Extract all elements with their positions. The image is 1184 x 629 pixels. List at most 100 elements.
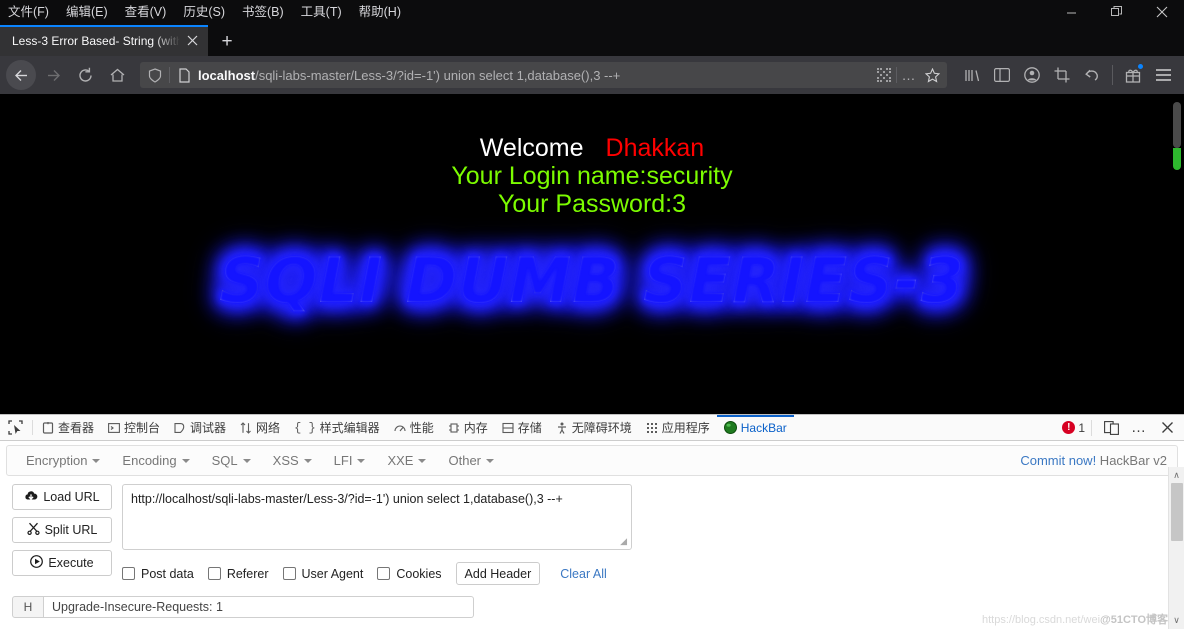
menu-history[interactable]: 历史(S) [181, 3, 227, 22]
gift-icon[interactable] [1118, 60, 1148, 90]
checkbox-post-data[interactable]: Post data [122, 567, 194, 581]
login-name-line: Your Login name:security [451, 162, 733, 190]
page-actions-icon[interactable]: … [898, 64, 920, 86]
forward-button[interactable] [38, 60, 68, 90]
close-button[interactable] [1139, 0, 1184, 24]
devtools-tab-storage[interactable]: 存储 [495, 415, 549, 440]
devtools-tab-label: 存储 [517, 421, 542, 435]
devtools-tab-performance[interactable]: 性能 [387, 415, 441, 440]
commit-now-link[interactable]: Commit now! [1020, 453, 1096, 468]
tab-close-icon[interactable] [182, 31, 202, 51]
checkbox-box[interactable] [122, 567, 135, 580]
screenshot-crop-icon[interactable] [1047, 60, 1077, 90]
reload-button[interactable] [70, 60, 100, 90]
checkbox-cookies[interactable]: Cookies [377, 567, 442, 581]
back-button[interactable] [6, 60, 36, 90]
hamburger-menu-icon[interactable] [1148, 60, 1178, 90]
library-icon[interactable] [957, 60, 987, 90]
error-count-badge[interactable]: ! 1 [1062, 421, 1085, 435]
scroll-down-arrow-icon[interactable]: ∨ [1173, 612, 1180, 629]
menu-file[interactable]: 文件(F) [6, 3, 51, 22]
devtools-right-divider [1091, 419, 1092, 436]
url-text[interactable]: localhost/sqli-labs-master/Less-3/?id=-1… [198, 68, 870, 83]
window-menubar: 文件(F) 编辑(E) 查看(V) 历史(S) 书签(B) 工具(T) 帮助(H… [0, 0, 1184, 24]
sidebar-icon[interactable] [987, 60, 1017, 90]
devtools-tab-accessibility[interactable]: 无障碍环境 [549, 415, 639, 440]
sqli-banner-title: SQLI DUMB SERIES-3 [0, 244, 1184, 317]
bookmark-star-icon[interactable] [921, 64, 943, 86]
qrcode-icon[interactable] [873, 64, 895, 86]
devtools-tab-label: 查看器 [58, 421, 95, 435]
load-url-button[interactable]: Load URL [12, 484, 112, 510]
restore-button[interactable] [1094, 0, 1139, 24]
hackbar-menu-xss[interactable]: XSS [262, 453, 323, 468]
url-bar-actions: … [873, 64, 943, 86]
element-picker-icon[interactable] [0, 415, 30, 440]
new-tab-button[interactable]: + [212, 26, 242, 56]
home-button[interactable] [102, 60, 132, 90]
devtools-tab-debugger[interactable]: 调试器 [167, 415, 233, 440]
watermark: https://blog.csdn.net/wei@51CTO博客 [982, 611, 1168, 627]
page-scrollbar-thumb[interactable] [1173, 102, 1181, 148]
checkbox-box[interactable] [207, 567, 221, 580]
devtools-tab-label: 无障碍环境 [571, 421, 632, 435]
menu-bookmarks[interactable]: 书签(B) [240, 3, 286, 22]
hackbar-menu-sql[interactable]: SQL [201, 453, 262, 468]
browser-tab-active[interactable]: Less-3 Error Based- String (with T [0, 25, 208, 56]
devtools-close-icon[interactable] [1154, 417, 1180, 439]
welcome-block: Welcome Dhakkan Your Login name:security … [0, 94, 1184, 218]
header-key-field[interactable]: H [12, 596, 44, 618]
cloud-download-icon [24, 490, 38, 505]
header-value-field[interactable]: Upgrade-Insecure-Requests: 1 [44, 596, 474, 618]
load-url-label: Load URL [43, 490, 100, 504]
page-scrollbar[interactable] [1170, 94, 1184, 414]
url-textarea[interactable]: http://localhost/sqli-labs-master/Less-3… [122, 484, 632, 550]
devtools-tab-network[interactable]: 网络 [233, 415, 287, 440]
devtools-tab-hackbar[interactable]: HackBar [716, 415, 794, 440]
page-info-icon[interactable] [173, 64, 195, 86]
devtools-tab-application[interactable]: 应用程序 [639, 415, 717, 440]
shield-icon[interactable] [144, 64, 166, 86]
scroll-up-arrow-icon[interactable]: ∧ [1173, 467, 1180, 484]
hackbar-menu-xxe[interactable]: XXE [376, 453, 437, 468]
header-row: H Upgrade-Insecure-Requests: 1 [12, 596, 474, 618]
url-bar[interactable]: localhost/sqli-labs-master/Less-3/?id=-1… [140, 62, 947, 88]
checkbox-box[interactable] [282, 567, 296, 580]
menu-help[interactable]: 帮助(H) [357, 3, 403, 22]
execute-button[interactable]: Execute [12, 550, 112, 576]
hackbar-scrollbar-thumb[interactable] [1171, 483, 1183, 541]
menu-tools[interactable]: 工具(T) [299, 3, 344, 22]
responsive-design-mode-icon[interactable] [1098, 417, 1124, 439]
checkbox-referer[interactable]: Referer [207, 567, 269, 581]
checkbox-user-agent[interactable]: User Agent [282, 567, 363, 581]
account-icon[interactable] [1017, 60, 1047, 90]
devtools-tab-label: 控制台 [124, 421, 161, 435]
hackbar-menu-other[interactable]: Other [437, 453, 505, 468]
devtools-tab-style-editor[interactable]: { } 样式编辑器 [287, 415, 387, 440]
hackbar-icon [723, 421, 737, 434]
menu-edit[interactable]: 编辑(E) [64, 3, 110, 22]
clear-all-link[interactable]: Clear All [560, 567, 607, 581]
devtools-more-menu-icon[interactable]: … [1126, 417, 1152, 439]
undo-icon[interactable] [1077, 60, 1107, 90]
url-textarea-value: http://localhost/sqli-labs-master/Less-3… [131, 492, 563, 506]
devtools-divider [32, 420, 33, 435]
devtools-tab-inspector[interactable]: 查看器 [35, 415, 101, 440]
hackbar-menu-label: Encryption [26, 453, 88, 468]
textarea-resize-grip[interactable]: ◢ [620, 537, 627, 546]
minimize-button[interactable] [1049, 0, 1094, 24]
hackbar-menu-encoding[interactable]: Encoding [111, 453, 200, 468]
error-count-label: 1 [1078, 420, 1085, 435]
devtools-tab-console[interactable]: 控制台 [101, 415, 167, 440]
menu-view[interactable]: 查看(V) [123, 3, 169, 22]
split-url-button[interactable]: Split URL [12, 517, 112, 543]
add-header-button[interactable]: Add Header [455, 562, 541, 585]
tab-strip: Less-3 Error Based- String (with T + [0, 24, 1184, 56]
hackbar-scrollbar[interactable]: ∧ ∨ [1168, 467, 1184, 629]
hackbar-menu-encryption[interactable]: Encryption [15, 453, 111, 468]
url-path: /sqli-labs-master/Less-3/?id=-1') union … [255, 67, 621, 83]
devtools-tab-list: 查看器 控制台 调试器 网络 { } 样式编辑器 性能 内存 存储 无障碍环境 … [35, 415, 1062, 440]
hackbar-menu-lfi[interactable]: LFI [323, 453, 377, 468]
devtools-tab-memory[interactable]: 内存 [441, 415, 495, 440]
checkbox-box[interactable] [377, 567, 391, 580]
